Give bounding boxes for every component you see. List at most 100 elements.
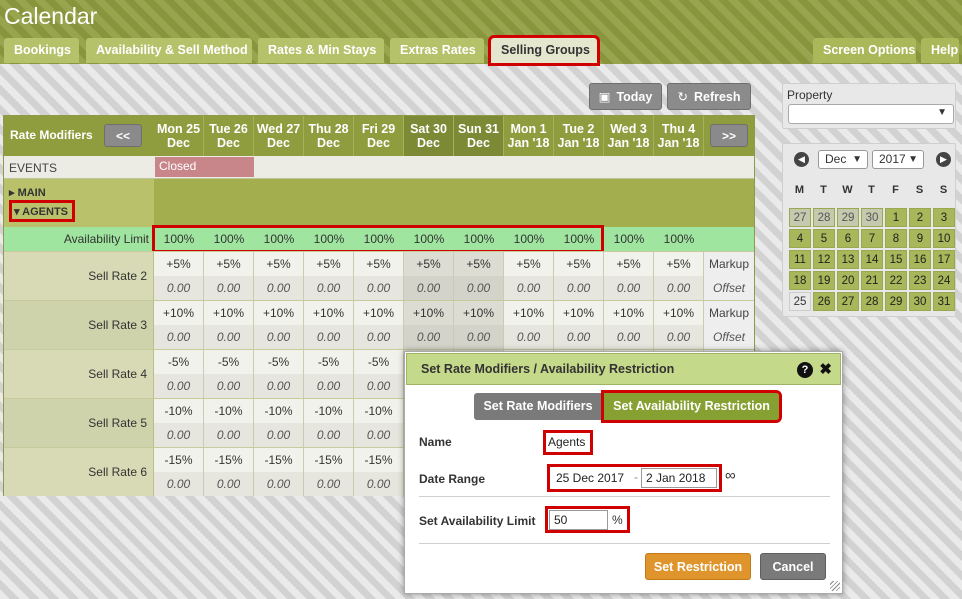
mini-calendar-day[interactable]: 9 bbox=[909, 229, 931, 248]
markup-cell[interactable]: -15% bbox=[304, 448, 354, 472]
markup-cell[interactable]: +10% bbox=[504, 301, 554, 325]
tab-selling-groups[interactable]: Selling Groups bbox=[488, 35, 600, 66]
markup-cell[interactable]: +10% bbox=[654, 301, 704, 325]
markup-cell[interactable]: -5% bbox=[154, 350, 204, 374]
resize-handle-icon[interactable] bbox=[830, 581, 840, 591]
offset-cell[interactable]: 0.00 bbox=[304, 276, 354, 300]
closed-event[interactable]: Closed bbox=[155, 157, 254, 177]
tab-rates-min-stays[interactable]: Rates & Min Stays bbox=[258, 38, 384, 63]
mini-calendar-day[interactable]: 28 bbox=[813, 208, 835, 227]
mini-calendar-day[interactable]: 11 bbox=[789, 250, 811, 269]
date-from-input[interactable]: 25 Dec 2017 bbox=[551, 468, 635, 488]
markup-cell[interactable]: -5% bbox=[304, 350, 354, 374]
offset-cell[interactable]: 0.00 bbox=[654, 325, 704, 349]
mini-calendar-day[interactable]: 14 bbox=[861, 250, 883, 269]
mini-calendar-day[interactable]: 29 bbox=[885, 292, 907, 311]
markup-cell[interactable]: +5% bbox=[154, 252, 204, 276]
screen-options-button[interactable]: Screen Options bbox=[813, 38, 916, 63]
mini-calendar-day[interactable]: 15 bbox=[885, 250, 907, 269]
month-select[interactable]: Dec ▼ bbox=[818, 150, 868, 169]
offset-cell[interactable]: 0.00 bbox=[154, 472, 204, 496]
mini-calendar-day[interactable]: 24 bbox=[933, 271, 955, 290]
offset-cell[interactable]: 0.00 bbox=[454, 276, 504, 300]
offset-cell[interactable]: 0.00 bbox=[354, 276, 404, 300]
mini-calendar-day[interactable]: 4 bbox=[789, 229, 811, 248]
offset-cell[interactable]: 0.00 bbox=[354, 325, 404, 349]
availability-value[interactable]: 100% bbox=[504, 232, 554, 246]
tab-set-availability-restriction[interactable]: Set Availability Restriction bbox=[601, 390, 782, 423]
availability-value[interactable]: 100% bbox=[204, 232, 254, 246]
offset-cell[interactable]: 0.00 bbox=[354, 472, 404, 496]
markup-cell[interactable]: -10% bbox=[354, 399, 404, 423]
group-agents-toggle[interactable]: ▾ AGENTS bbox=[8, 200, 76, 222]
markup-cell[interactable]: +5% bbox=[254, 252, 304, 276]
mini-calendar-day[interactable]: 21 bbox=[861, 271, 883, 290]
offset-cell[interactable]: 0.00 bbox=[354, 423, 404, 447]
availability-value[interactable]: 100% bbox=[404, 232, 454, 246]
offset-cell[interactable]: 0.00 bbox=[404, 325, 454, 349]
mini-calendar-day[interactable]: 13 bbox=[837, 250, 859, 269]
mini-calendar-day[interactable]: 19 bbox=[813, 271, 835, 290]
markup-cell[interactable]: -10% bbox=[304, 399, 354, 423]
next-month-icon[interactable]: ▶ bbox=[936, 152, 951, 167]
markup-cell[interactable]: -15% bbox=[154, 448, 204, 472]
offset-cell[interactable]: 0.00 bbox=[254, 472, 304, 496]
availability-value[interactable]: 100% bbox=[604, 232, 654, 246]
markup-cell[interactable]: +5% bbox=[504, 252, 554, 276]
availability-value[interactable]: 100% bbox=[254, 232, 304, 246]
mini-calendar-day[interactable]: 29 bbox=[837, 208, 859, 227]
year-select[interactable]: 2017 ▼ bbox=[872, 150, 924, 169]
offset-cell[interactable]: 0.00 bbox=[254, 374, 304, 398]
markup-cell[interactable]: +5% bbox=[554, 252, 604, 276]
availability-value[interactable]: 100% bbox=[654, 232, 704, 246]
help-button[interactable]: Help bbox=[921, 38, 959, 63]
tab-bookings[interactable]: Bookings bbox=[4, 38, 79, 63]
tab-set-rate-modifiers[interactable]: Set Rate Modifiers bbox=[474, 393, 602, 420]
markup-cell[interactable]: -15% bbox=[254, 448, 304, 472]
offset-cell[interactable]: 0.00 bbox=[254, 423, 304, 447]
offset-cell[interactable]: 0.00 bbox=[504, 325, 554, 349]
offset-cell[interactable]: 0.00 bbox=[254, 325, 304, 349]
mini-calendar-day[interactable]: 18 bbox=[789, 271, 811, 290]
prev-month-icon[interactable]: ◀ bbox=[794, 152, 809, 167]
mini-calendar-day[interactable]: 31 bbox=[933, 292, 955, 311]
prev-dates-button[interactable]: << bbox=[104, 124, 142, 147]
availability-value[interactable]: 100% bbox=[554, 232, 604, 246]
next-dates-button[interactable]: >> bbox=[710, 124, 748, 147]
markup-cell[interactable]: +10% bbox=[204, 301, 254, 325]
markup-cell[interactable]: +10% bbox=[604, 301, 654, 325]
offset-cell[interactable]: 0.00 bbox=[204, 325, 254, 349]
refresh-button[interactable]: ↻ Refresh bbox=[667, 83, 751, 110]
mini-calendar-day[interactable]: 28 bbox=[861, 292, 883, 311]
offset-cell[interactable]: 0.00 bbox=[604, 325, 654, 349]
mini-calendar-day[interactable]: 27 bbox=[789, 208, 811, 227]
set-restriction-button[interactable]: Set Restriction bbox=[645, 553, 751, 580]
offset-cell[interactable]: 0.00 bbox=[204, 276, 254, 300]
markup-cell[interactable]: -5% bbox=[204, 350, 254, 374]
group-main-toggle[interactable]: ▸ MAIN bbox=[9, 186, 46, 199]
markup-cell[interactable]: -10% bbox=[154, 399, 204, 423]
offset-cell[interactable]: 0.00 bbox=[154, 423, 204, 447]
today-button[interactable]: ▣ Today bbox=[589, 83, 662, 110]
mini-calendar-day[interactable]: 5 bbox=[813, 229, 835, 248]
mini-calendar-day[interactable]: 26 bbox=[813, 292, 835, 311]
offset-cell[interactable]: 0.00 bbox=[304, 472, 354, 496]
markup-cell[interactable]: +5% bbox=[454, 252, 504, 276]
markup-cell[interactable]: -15% bbox=[204, 448, 254, 472]
mini-calendar-day[interactable]: 8 bbox=[885, 229, 907, 248]
offset-cell[interactable]: 0.00 bbox=[154, 276, 204, 300]
infinity-icon[interactable]: ∞ bbox=[725, 467, 736, 484]
tab-extras-rates[interactable]: Extras Rates bbox=[390, 38, 484, 63]
markup-cell[interactable]: +5% bbox=[354, 252, 404, 276]
offset-cell[interactable]: 0.00 bbox=[204, 423, 254, 447]
date-to-input[interactable]: 2 Jan 2018 bbox=[641, 468, 717, 488]
offset-cell[interactable]: 0.00 bbox=[654, 276, 704, 300]
offset-cell[interactable]: 0.00 bbox=[304, 423, 354, 447]
markup-cell[interactable]: +5% bbox=[404, 252, 454, 276]
offset-cell[interactable]: 0.00 bbox=[204, 472, 254, 496]
offset-cell[interactable]: 0.00 bbox=[604, 276, 654, 300]
offset-cell[interactable]: 0.00 bbox=[304, 374, 354, 398]
cancel-button[interactable]: Cancel bbox=[760, 553, 826, 580]
markup-cell[interactable]: +10% bbox=[554, 301, 604, 325]
mini-calendar-day[interactable]: 22 bbox=[885, 271, 907, 290]
